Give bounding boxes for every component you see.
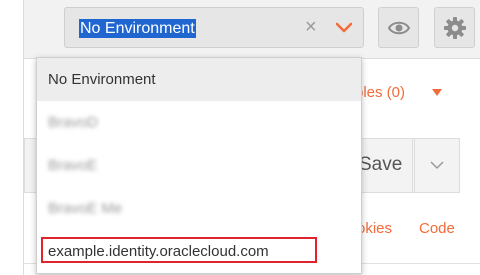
examples-link[interactable]: ples (0) [355,84,405,101]
gear-icon [444,17,466,39]
environment-option[interactable]: BravoE [37,144,361,187]
save-button[interactable]: Save [355,138,413,193]
environment-option-oraclecloud[interactable]: example.identity.oraclecloud.com [37,230,361,273]
save-button-label: Save [359,154,403,175]
environment-select-value[interactable]: No Environment [79,19,196,38]
save-options-button[interactable] [414,138,460,193]
environment-option-label: BravoD [48,114,99,131]
environment-option-label: BravoE [48,157,98,174]
environment-quick-look-button[interactable] [378,7,419,48]
environment-option[interactable]: BravoD [37,101,361,144]
chevron-down-icon [430,161,444,170]
environment-option[interactable]: BravoE Me [37,187,361,230]
environment-option-label: BravoE Me [48,200,123,217]
environment-option-label: No Environment [48,71,156,88]
left-panel-edge [0,0,24,275]
close-icon[interactable]: × [305,16,317,38]
environment-option-label: example.identity.oraclecloud.com [48,243,269,260]
eye-icon [388,21,410,35]
environment-option-no-environment[interactable]: No Environment [37,58,361,101]
environment-select[interactable]: No Environment × [64,7,364,48]
caret-down-icon[interactable] [432,89,442,97]
chevron-down-icon[interactable] [333,18,355,38]
cookies-link[interactable]: okies [357,220,392,237]
code-link[interactable]: Code [419,220,455,237]
manage-environments-button[interactable] [434,7,475,48]
environment-dropdown-menu: No Environment BravoD BravoE BravoE Me e… [36,57,362,274]
